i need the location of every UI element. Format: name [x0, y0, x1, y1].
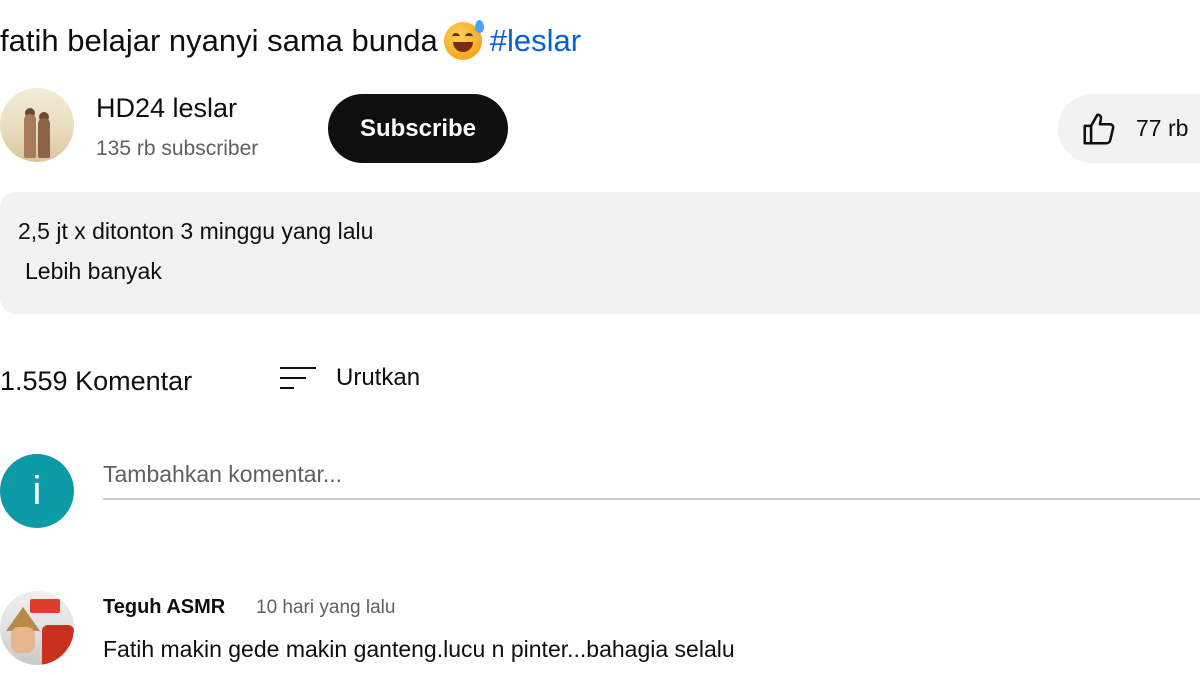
show-more-link[interactable]: Lebih banyak	[25, 258, 162, 285]
view-count-and-date: 2,5 jt x ditonton 3 minggu yang lalu	[18, 218, 374, 244]
hashtag-link[interactable]: #leslar	[490, 23, 581, 59]
my-avatar: i	[0, 454, 74, 528]
thumbs-up-icon	[1083, 112, 1115, 145]
sort-button[interactable]: Urutkan	[280, 358, 420, 398]
like-count: 77 rb	[1136, 115, 1189, 141]
add-comment-input[interactable]	[103, 450, 1200, 500]
description-box[interactable]: 2,5 jt x ditonton 3 minggu yang lalu Leb…	[0, 192, 1200, 314]
channel-avatar[interactable]	[0, 88, 74, 162]
video-title-text: fatih belajar nyanyi sama bunda	[0, 23, 438, 58]
channel-name[interactable]: HD24 leslar	[96, 93, 237, 124]
sort-label: Urutkan	[336, 364, 421, 391]
sort-icon	[280, 363, 316, 393]
subscriber-count: 135 rb subscriber	[96, 137, 259, 160]
comment-timestamp[interactable]: 10 hari yang lalu	[256, 597, 395, 619]
like-button[interactable]: 77 rb	[1058, 94, 1200, 163]
comment-author-name[interactable]: Teguh ASMR	[103, 596, 225, 619]
comment-text: Fatih makin gede makin ganteng.lucu n pi…	[103, 636, 735, 662]
comment-count: 1.559 Komentar	[0, 366, 193, 396]
video-title: fatih belajar nyanyi sama bunda #leslar	[0, 20, 581, 60]
comment-author-avatar[interactable]	[0, 591, 74, 665]
subscribe-button[interactable]: Subscribe	[328, 94, 508, 163]
sweat-smile-emoji-icon	[443, 20, 484, 60]
